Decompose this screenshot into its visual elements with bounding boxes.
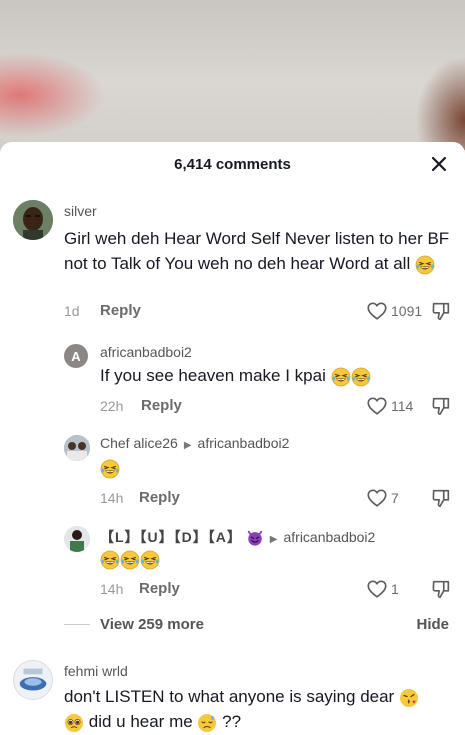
video-background[interactable] [0,0,465,150]
heart-outline-icon [366,487,388,509]
reply-username[interactable]: africanbadboi2 [100,344,192,360]
reply-to-username[interactable]: africanbadboi2 [283,529,375,545]
devil-emoji [247,531,262,546]
sad-emoji [198,713,217,732]
laughing-emoji [415,255,435,275]
heart-outline-icon [366,578,388,600]
reply-username: Chef alice26 ▶ africanbadboi2 [100,435,289,451]
laughing-emoji [100,459,120,479]
reply-text [100,546,450,571]
laughing-emoji [351,367,371,387]
laughing-emoji [120,550,140,570]
avatar[interactable] [13,200,53,240]
reply-button[interactable]: Reply [141,397,182,414]
reply-text: If you see heaven make I kpai [100,363,450,388]
avatar-letter: A [71,348,81,364]
reply-username: 【L】【U】【D】【A】 ▶ africanbadboi2 [100,527,375,547]
laughing-emoji [100,550,120,570]
dislike-icon[interactable] [430,300,452,322]
comment-text: don't LISTEN to what anyone is saying de… [64,684,459,734]
reply-button[interactable]: Reply [139,489,180,506]
heart-outline-icon [366,395,388,417]
like-button[interactable]: 114 [366,395,413,417]
like-count: 7 [391,490,399,506]
reply-text-content: If you see heaven make I kpai [100,366,326,385]
avatar[interactable] [64,435,90,461]
like-button[interactable]: 1091 [366,300,422,322]
dislike-icon[interactable] [430,578,452,600]
laughing-emoji [331,367,351,387]
reply-to-username[interactable]: africanbadboi2 [198,435,290,451]
reply-button[interactable]: Reply [100,302,141,319]
like-count: 1 [391,581,399,597]
like-button[interactable]: 7 [366,487,399,509]
like-count: 114 [391,398,414,414]
like-count: 1091 [391,303,423,319]
reply-arrow-icon: ▶ [269,534,278,545]
comment-username[interactable]: fehmi wrld [64,663,128,679]
reply-arrow-icon: ▶ [183,440,192,451]
comment-text-content-3: ?? [222,712,242,731]
heart-outline-icon [366,300,388,322]
reply-text [100,455,450,480]
comment-username[interactable]: silver [64,203,97,219]
avatar[interactable]: A [64,344,88,368]
reply-username-text[interactable]: 【L】【U】【D】【A】 [100,529,242,545]
reply-username-text[interactable]: Chef alice26 [100,435,178,451]
comments-sheet: 6,414 comments silver Girl weh deh Hear … [0,142,465,735]
avatar[interactable] [64,526,90,552]
comment-text-content: don't LISTEN to what anyone is saying de… [64,687,395,706]
reply-age: 14h [100,490,124,506]
hide-replies-button[interactable]: Hide [416,616,449,633]
comment-text-content-2: did u hear me [88,712,193,731]
comment-item: fehmi wrld don't LISTEN to what anyone i… [0,652,465,735]
view-more-replies-button[interactable]: View 259 more [100,616,204,633]
kiss-emoji [399,688,418,707]
view-more-divider [64,624,90,625]
dislike-icon[interactable] [430,487,452,509]
reply-age: 14h [100,581,124,597]
comment-text-content: Girl weh deh Hear Word Self Never listen… [64,229,450,273]
reply-age: 22h [100,398,124,414]
like-button[interactable]: 1 [366,578,399,600]
pleading-emoji [65,713,83,732]
comment-text: Girl weh deh Hear Word Self Never listen… [64,226,452,276]
laughing-emoji [140,550,160,570]
comment-age: 1d [64,303,80,319]
reply-button[interactable]: Reply [139,580,180,597]
comment-item: silver Girl weh deh Hear Word Self Never… [0,142,465,612]
dislike-icon[interactable] [430,395,452,417]
avatar[interactable] [13,660,53,700]
